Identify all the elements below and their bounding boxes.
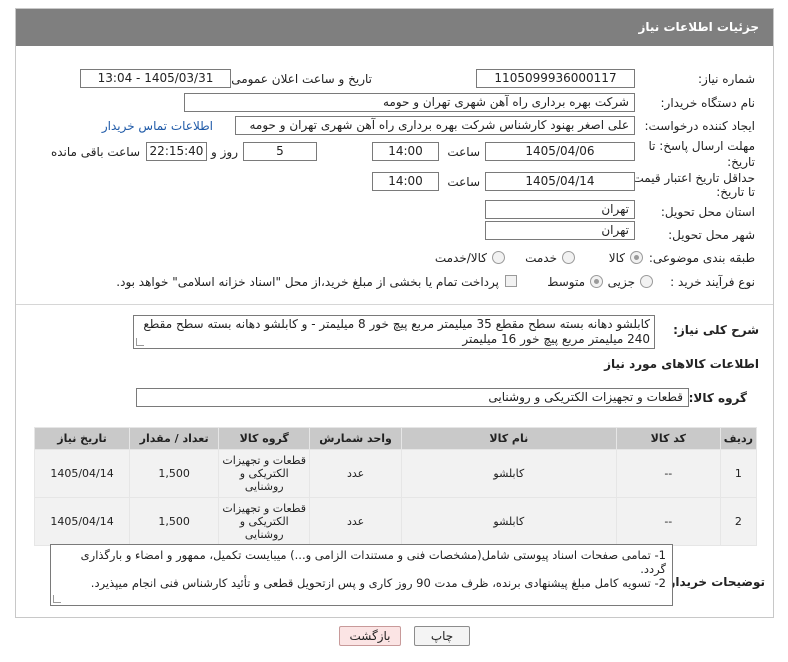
table-header-row: ردیف کد کالا نام کالا واحد شمارش گروه کا… <box>33 427 758 450</box>
cell-need-date: 1405/04/14 <box>33 497 131 546</box>
goods-group-field: قطعات و تجهیزات الکتریکی و روشنایی <box>136 388 689 407</box>
cell-unit: عدد <box>309 497 402 546</box>
deadline-time-field: 14:00 <box>372 142 439 161</box>
col-need-date: تاریخ نیاز <box>33 427 131 450</box>
announce-field: 1405/03/31 - 13:04 <box>80 69 231 88</box>
need-number-field: 1105099936000117 <box>476 69 635 88</box>
col-item-code: کد کالا <box>615 427 721 450</box>
cell-item-group: قطعات و تجهیزات الکتریکی و روشنایی <box>218 497 311 546</box>
province-label: استان محل تحویل: <box>660 205 755 219</box>
cell-row-number: 1 <box>719 449 758 498</box>
buyer-org-label: نام دستگاه خریدار: <box>660 96 756 110</box>
panel-title: جزئیات اطلاعات نیاز <box>638 20 759 34</box>
buyer-note-line-1: 1- تمامی صفحات اسناد پیوستی شامل(مشخصات … <box>80 548 666 576</box>
deadline-date-field: 1405/04/06 <box>485 142 635 161</box>
goods-group-label: گروه کالا: <box>688 391 747 405</box>
buyer-notes-textarea[interactable]: 1- تمامی صفحات اسناد پیوستی شامل(مشخصات … <box>50 544 673 606</box>
col-item-name: نام کالا <box>400 427 617 450</box>
resize-handle-icon[interactable] <box>53 595 61 603</box>
panel-header: جزئیات اطلاعات نیاز <box>16 9 773 46</box>
requester-field: علی اصغر بهنود کارشناس شرکت بهره برداری … <box>235 116 635 135</box>
cell-item-code: -- <box>615 449 721 498</box>
requester-label: ایجاد کننده درخواست: <box>644 119 755 133</box>
category-option-service: خدمت <box>525 251 557 265</box>
buyer-notes-label: توضیحات خریدار: <box>663 575 765 589</box>
deadline-time-label: ساعت <box>447 145 480 159</box>
resize-handle-icon[interactable] <box>136 338 144 346</box>
province-field: تهران <box>485 200 635 219</box>
price-validity-time-field: 14:00 <box>372 172 439 191</box>
cell-item-code: -- <box>615 497 721 546</box>
treasury-payment-note: پرداخت تمام یا بخشی از مبلغ خرید،از محل … <box>116 275 499 289</box>
cell-quantity: 1,500 <box>129 449 220 498</box>
table-row: 1 -- کابلشو عدد قطعات و تجهیزات الکتریکی… <box>33 449 758 498</box>
col-row-number: ردیف <box>719 427 758 450</box>
process-label: نوع فرآیند خرید : <box>670 275 755 289</box>
treasury-payment-checkbox[interactable] <box>505 275 517 287</box>
process-radio-minor[interactable] <box>640 275 653 288</box>
cell-item-name: کابلشو <box>400 449 617 498</box>
price-validity-label: حداقل تاریخ اعتبار قیمت: <box>628 171 755 185</box>
description-textarea[interactable]: کابلشو دهانه بسته سطح مقطع 35 میلیمتر مر… <box>133 315 655 349</box>
cell-unit: عدد <box>309 449 402 498</box>
announce-label: تاریخ و ساعت اعلان عمومی: <box>227 72 372 86</box>
category-option-goods-service: کالا/خدمت <box>434 251 487 265</box>
need-number-label: شماره نیاز: <box>698 72 755 86</box>
remaining-label: ساعت باقی مانده <box>50 145 140 159</box>
back-button[interactable]: بازگشت <box>339 626 401 646</box>
price-validity-label-2: تا تاریخ: <box>716 185 755 199</box>
category-radio-service[interactable] <box>562 251 575 264</box>
process-option-minor: جزیی <box>607 275 635 289</box>
city-label: شهر محل تحویل: <box>668 228 755 242</box>
category-radio-goods-service[interactable] <box>492 251 505 264</box>
items-table: ردیف کد کالا نام کالا واحد شمارش گروه کا… <box>33 427 758 546</box>
price-validity-date-field: 1405/04/14 <box>485 172 635 191</box>
cell-item-group: قطعات و تجهیزات الکتریکی و روشنایی <box>218 449 311 498</box>
days-field: 5 <box>243 142 317 161</box>
deadline-label-2: تاریخ: <box>727 155 755 169</box>
description-text: کابلشو دهانه بسته سطح مقطع 35 میلیمتر مر… <box>143 317 650 346</box>
cell-quantity: 1,500 <box>129 497 220 546</box>
cell-need-date: 1405/04/14 <box>33 449 131 498</box>
buyer-org-field: شرکت بهره برداری راه آهن شهری تهران و حو… <box>184 93 635 112</box>
print-button[interactable]: چاپ <box>414 626 470 646</box>
table-row: 2 -- کابلشو عدد قطعات و تجهیزات الکتریکی… <box>33 497 758 546</box>
details-panel: جزئیات اطلاعات نیاز شماره نیاز: 11050999… <box>15 8 774 618</box>
col-item-group: گروه کالا <box>218 427 311 450</box>
process-radio-medium[interactable] <box>590 275 603 288</box>
price-validity-time-label: ساعت <box>447 175 480 189</box>
remaining-time-field: 22:15:40 <box>146 142 207 161</box>
city-field: تهران <box>485 221 635 240</box>
category-option-goods: کالا <box>608 251 625 265</box>
description-label: شرح کلی نیاز: <box>673 323 759 337</box>
col-quantity: تعداد / مقدار <box>129 427 220 450</box>
col-unit: واحد شمارش <box>309 427 402 450</box>
cell-item-name: کابلشو <box>400 497 617 546</box>
category-label: طبقه بندی موضوعی: <box>648 251 755 265</box>
deadline-label: مهلت ارسال پاسخ: تا <box>648 139 755 153</box>
buyer-note-line-2: 2- تسویه کامل مبلغ پیشنهادی برنده، ظرف م… <box>90 576 666 590</box>
cell-row-number: 2 <box>719 497 758 546</box>
category-radio-goods[interactable] <box>630 251 643 264</box>
goods-info-title: اطلاعات کالاهای مورد نیاز <box>604 357 759 371</box>
buyer-contact-link[interactable]: اطلاعات تماس خریدار <box>102 119 213 133</box>
days-label: روز و <box>211 145 238 159</box>
process-option-medium: متوسط <box>547 275 585 289</box>
